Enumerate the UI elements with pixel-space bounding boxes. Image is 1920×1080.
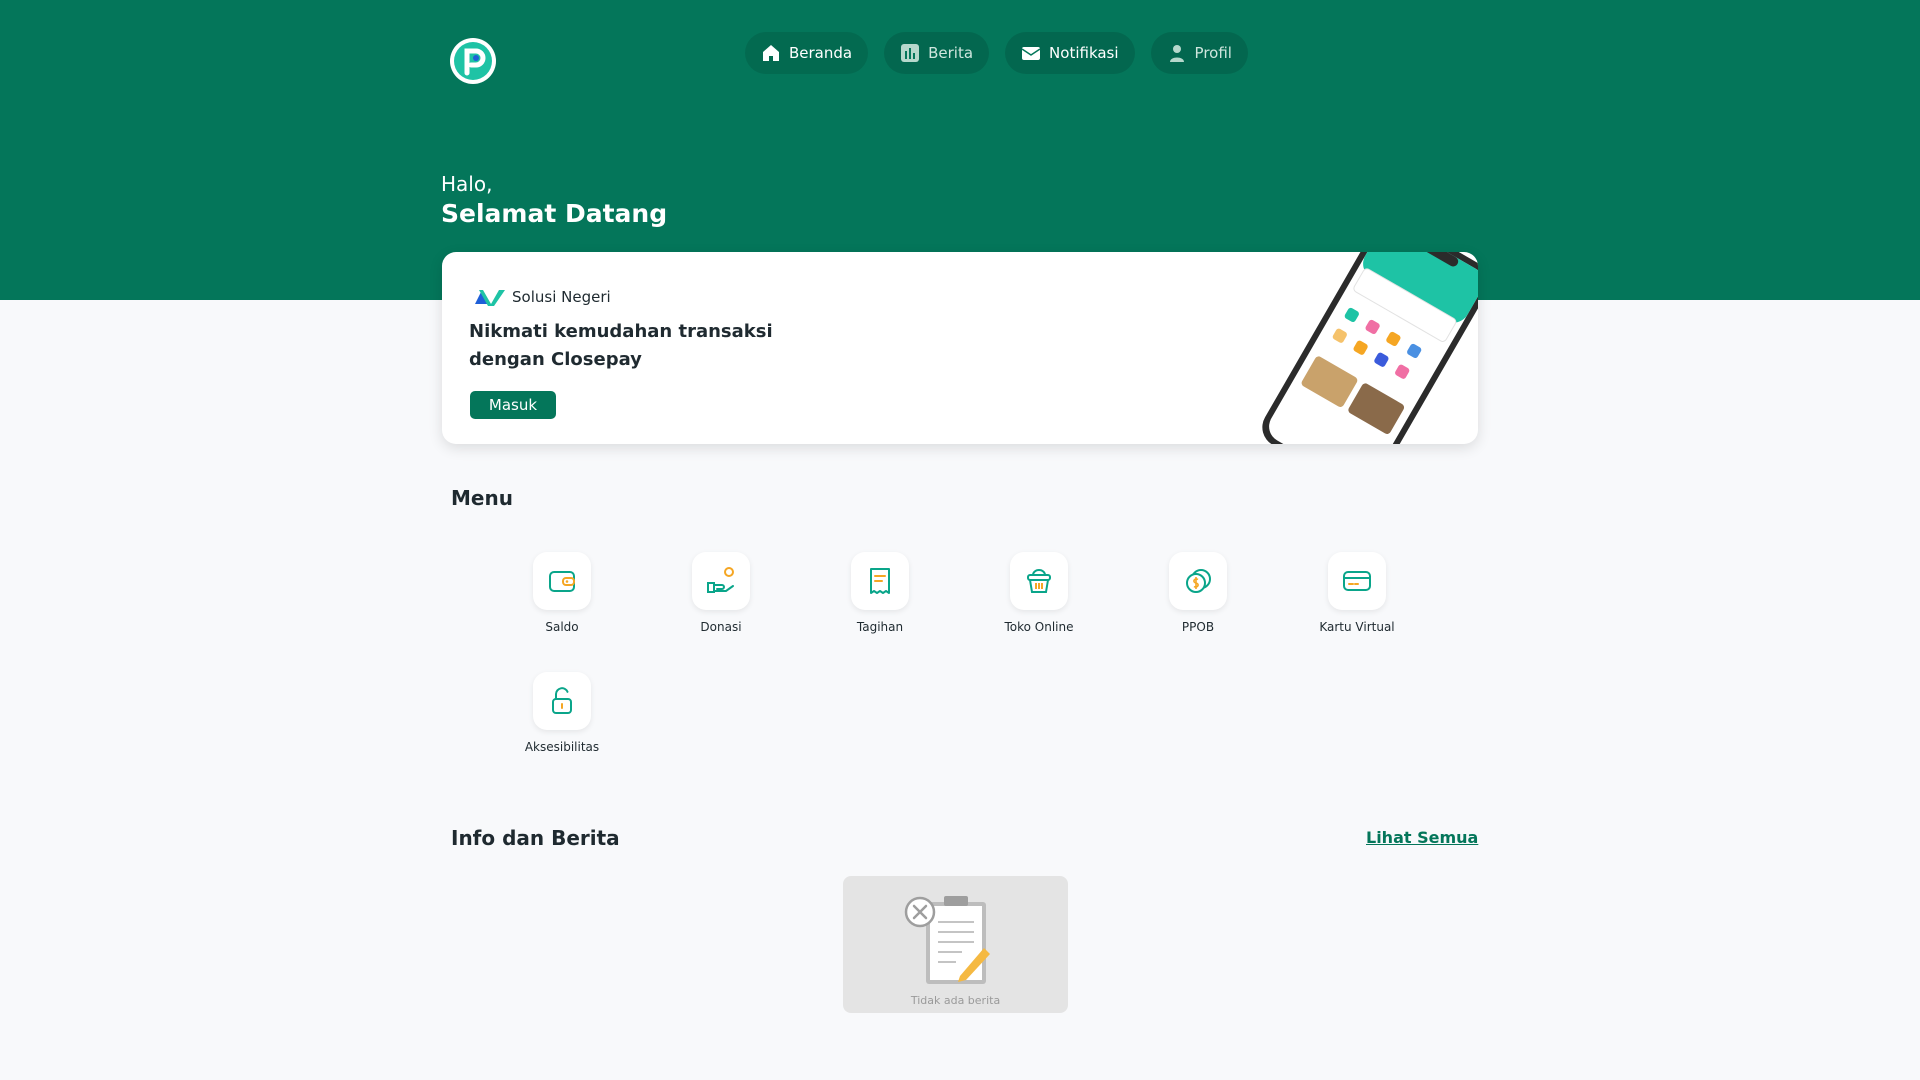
nav-label: Profil (1194, 44, 1232, 62)
menu-label: Saldo (545, 620, 579, 634)
menu-label: Aksesibilitas (524, 740, 600, 754)
see-all-link[interactable]: Lihat Semua (1366, 828, 1478, 847)
welcome-title: Selamat Datang (441, 199, 668, 228)
empty-news-text: Tidak ada berita (910, 994, 1001, 1007)
solusi-negeri-logo (475, 290, 505, 306)
login-button[interactable]: Masuk (470, 391, 556, 419)
app-logo[interactable] (449, 37, 497, 85)
menu-label: Toko Online (1004, 620, 1074, 634)
nav-berita[interactable]: Berita (884, 32, 990, 74)
chart-icon (901, 44, 920, 62)
basket-icon (1027, 569, 1051, 593)
menu-kartu-virtual[interactable]: Kartu Virtual (1287, 552, 1427, 634)
nav-label: Berita (928, 44, 974, 62)
brand: Solusi Negeri (474, 287, 611, 307)
card-icon (1343, 571, 1371, 591)
home-icon (763, 45, 779, 61)
unlock-icon (552, 687, 572, 714)
nav-label: Beranda (789, 44, 853, 62)
banner-line-1: Nikmati kemudahan transaksi (469, 321, 773, 342)
banner-line-2: dengan Closepay (469, 349, 642, 370)
nav-profil[interactable]: Profil (1150, 32, 1248, 74)
greeting-text: Halo, (441, 172, 493, 196)
phone-illustration (1262, 252, 1478, 444)
menu-donasi[interactable]: Donasi (651, 552, 791, 634)
menu-toko-online[interactable]: Toko Online (969, 552, 1109, 634)
menu-title: Menu (451, 486, 513, 510)
menu-label: PPOB (1181, 620, 1215, 634)
top-nav: Beranda Berita Notifikasi Profil (745, 32, 1248, 76)
promo-banner: Solusi Negeri Nikmati kemudahan transaks… (442, 252, 1478, 444)
empty-news-card: Tidak ada berita (843, 876, 1068, 1013)
empty-clipboard-icon (904, 896, 990, 984)
nav-notifikasi[interactable]: Notifikasi (1005, 32, 1135, 74)
user-icon (1169, 45, 1184, 62)
coin-icon (1186, 569, 1211, 593)
news-title: Info dan Berita (451, 826, 620, 850)
banner-headline: Nikmati kemudahan transaksi dengan Close… (469, 318, 789, 374)
menu-label: Kartu Virtual (1319, 620, 1395, 634)
menu-label: Tagihan (856, 620, 904, 634)
menu-saldo[interactable]: Saldo (492, 552, 632, 634)
menu-ppob[interactable]: PPOB (1128, 552, 1268, 634)
donation-icon (707, 567, 734, 593)
mail-icon (1021, 47, 1041, 60)
nav-beranda[interactable]: Beranda (745, 32, 869, 74)
menu-tagihan[interactable]: Tagihan (810, 552, 950, 634)
wallet-icon (549, 571, 575, 592)
nav-label: Notifikasi (1049, 44, 1119, 62)
brand-name: Solusi Negeri (512, 288, 611, 306)
bill-icon (870, 568, 890, 594)
menu-aksesibilitas[interactable]: Aksesibilitas (492, 672, 632, 754)
menu-label: Donasi (700, 620, 742, 634)
